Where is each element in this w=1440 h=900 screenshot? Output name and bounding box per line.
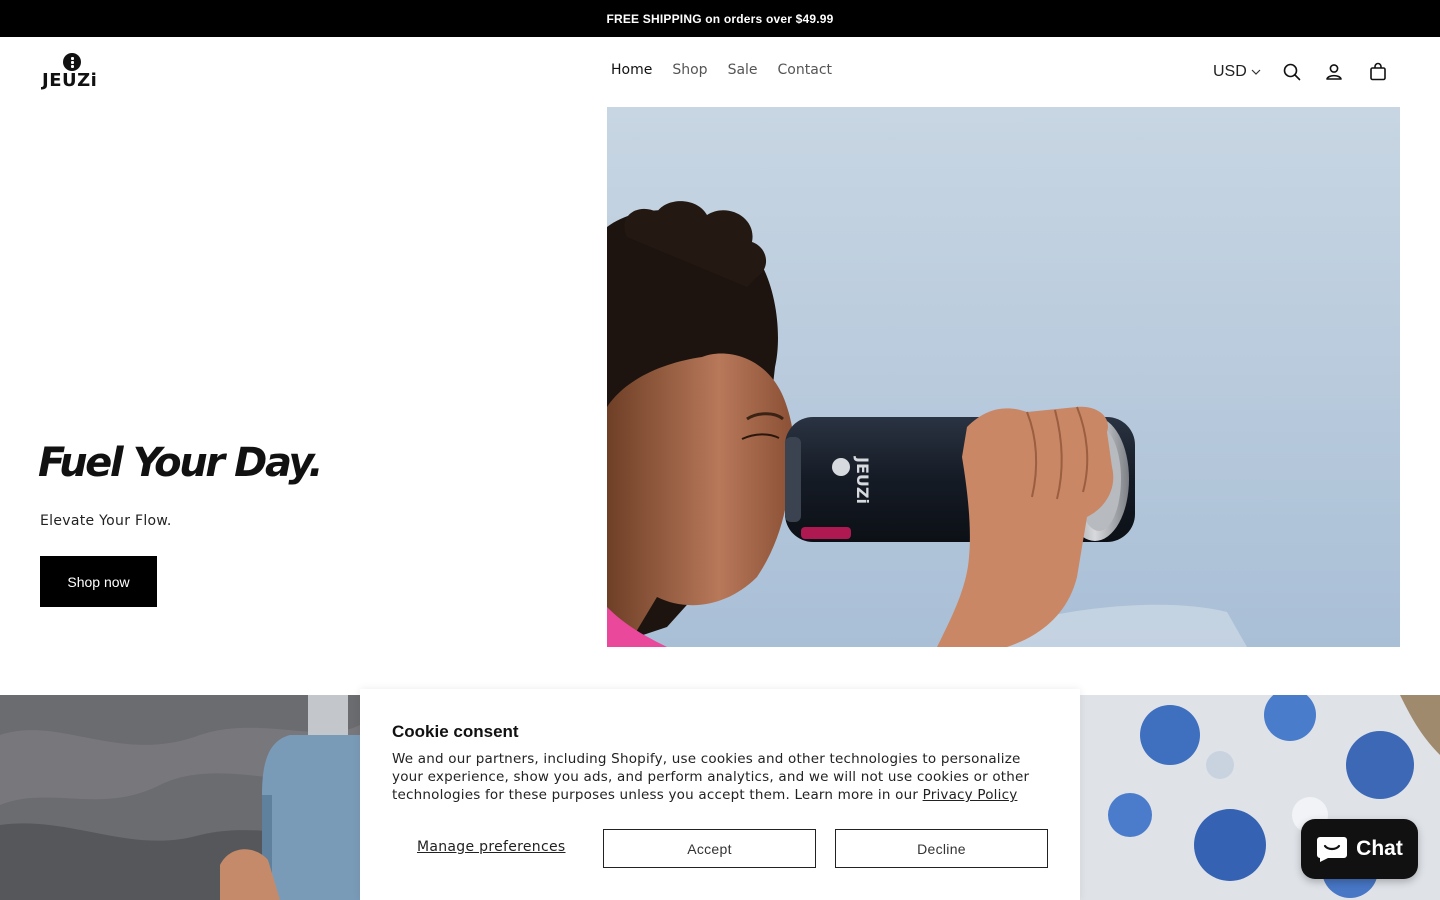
nav-contact[interactable]: Contact: [778, 62, 832, 78]
currency-label: USD: [1213, 63, 1247, 80]
logo-text: JEUZi: [42, 70, 98, 91]
bottle-logo-text: JEUZi: [853, 456, 872, 504]
logo[interactable]: JEUZi: [42, 53, 100, 93]
chat-label: Chat: [1356, 837, 1403, 860]
hero-photo-illustration: JEUZi: [607, 107, 1400, 647]
privacy-policy-link[interactable]: Privacy Policy: [923, 787, 1018, 803]
chat-bubble-icon: [1317, 837, 1348, 862]
hero-text-panel: Fuel Your Day. Elevate Your Flow. Shop n…: [0, 107, 607, 647]
announcement-bar: FREE SHIPPING on orders over $49.99: [0, 0, 1440, 37]
currency-selector[interactable]: USD: [1213, 63, 1261, 81]
account-icon[interactable]: [1323, 61, 1345, 83]
cookie-body: We and our partners, including Shopify, …: [392, 750, 1052, 804]
cart-icon[interactable]: [1367, 61, 1389, 83]
hero-image: JEUZi: [607, 107, 1400, 647]
site-header: JEUZi Home Shop Sale Contact USD: [0, 37, 1440, 107]
shop-now-button[interactable]: Shop now: [40, 556, 157, 607]
hero-subtitle: Elevate Your Flow.: [40, 513, 172, 529]
cookie-consent-banner: Cookie consent We and our partners, incl…: [360, 689, 1080, 900]
announcement-text: FREE SHIPPING on orders over $49.99: [606, 11, 834, 26]
accept-button[interactable]: Accept: [603, 829, 816, 868]
chat-button[interactable]: Chat: [1301, 819, 1418, 879]
logo-mark-icon: [63, 53, 81, 71]
main-nav: Home Shop Sale Contact: [611, 62, 832, 78]
hero-title: Fuel Your Day.: [38, 440, 324, 486]
chevron-down-icon: [1251, 69, 1261, 75]
cookie-title: Cookie consent: [392, 722, 519, 741]
nav-shop[interactable]: Shop: [672, 62, 707, 78]
nav-sale[interactable]: Sale: [728, 62, 758, 78]
decline-button[interactable]: Decline: [835, 829, 1048, 868]
nav-home[interactable]: Home: [611, 62, 652, 78]
manage-preferences-link[interactable]: Manage preferences: [417, 839, 566, 855]
search-icon[interactable]: [1281, 61, 1303, 83]
